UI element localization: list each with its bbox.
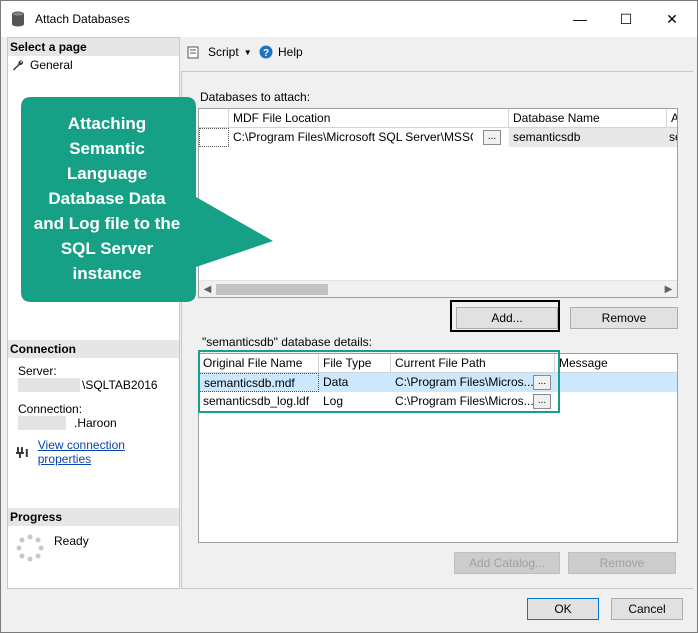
message-cell bbox=[555, 373, 677, 392]
progress-header: Progress bbox=[8, 508, 179, 526]
message-cell bbox=[555, 392, 677, 411]
browse-mdf-button[interactable]: ... bbox=[483, 130, 501, 145]
ok-button[interactable]: OK bbox=[527, 598, 599, 620]
connection-value: .Haroon bbox=[74, 416, 117, 430]
help-icon: ? bbox=[259, 45, 273, 59]
script-icon bbox=[187, 46, 199, 59]
callout-line: and Log file to the bbox=[33, 214, 181, 233]
script-button[interactable]: Script ▼ bbox=[187, 45, 252, 59]
callout-text: Attaching Semantic Language Database Dat… bbox=[27, 111, 187, 286]
callout-line: SQL Server bbox=[60, 239, 154, 258]
connection-label: Connection: bbox=[18, 402, 83, 416]
view-connection-properties-link[interactable]: View connection properties bbox=[38, 438, 179, 466]
callout-line: Language bbox=[66, 164, 148, 183]
select-page-header: Select a page bbox=[8, 38, 179, 56]
redacted-server-name bbox=[18, 378, 80, 392]
remove-database-button[interactable]: Remove bbox=[570, 307, 678, 329]
cancel-button[interactable]: Cancel bbox=[611, 598, 683, 620]
col-attach-as[interactable]: At bbox=[667, 109, 677, 128]
redacted-connection-name bbox=[18, 416, 66, 430]
database-details-label: "semanticsdb" database details: bbox=[202, 335, 372, 349]
connection-properties-icon bbox=[16, 447, 28, 458]
close-icon: ✕ bbox=[666, 10, 678, 27]
toolbar: Script ▼ ? Help bbox=[181, 37, 693, 71]
wrench-icon bbox=[13, 60, 24, 71]
chevron-down-icon: ▼ bbox=[243, 47, 252, 57]
add-button-highlight bbox=[450, 300, 560, 332]
scroll-right-icon[interactable]: ▶ bbox=[661, 282, 676, 297]
add-catalog-button[interactable]: Add Catalog... bbox=[454, 552, 560, 574]
minimize-button[interactable]: — bbox=[557, 1, 603, 37]
remove-file-button[interactable]: Remove bbox=[568, 552, 676, 574]
server-value: \SQLTAB2016 bbox=[82, 378, 158, 392]
maximize-icon: ☐ bbox=[619, 10, 633, 27]
script-label: Script bbox=[208, 45, 239, 59]
progress-status: Ready bbox=[54, 534, 89, 548]
help-label: Help bbox=[278, 45, 303, 59]
callout-line: Database Data bbox=[48, 189, 166, 208]
database-icon bbox=[12, 11, 24, 27]
page-item-general[interactable]: General bbox=[12, 58, 73, 72]
minimize-icon: — bbox=[573, 11, 587, 27]
col-database-name[interactable]: Database Name bbox=[509, 109, 667, 128]
title-bar: Attach Databases — ☐ ✕ bbox=[1, 1, 697, 37]
maximize-button[interactable]: ☐ bbox=[603, 1, 649, 37]
callout-line: Semantic bbox=[69, 139, 145, 158]
attach-databases-dialog: Attach Databases — ☐ ✕ Select a page Gen… bbox=[0, 0, 698, 633]
callout-line: instance bbox=[72, 264, 142, 283]
database-name-cell[interactable]: semanticsdb bbox=[509, 128, 667, 147]
view-connection-row: View connection properties bbox=[16, 438, 179, 466]
help-button[interactable]: ? Help bbox=[259, 45, 303, 59]
connection-header: Connection bbox=[8, 340, 179, 358]
attach-as-cell[interactable]: se bbox=[667, 128, 677, 147]
window-title: Attach Databases bbox=[35, 12, 130, 26]
callout-line: Attaching bbox=[67, 114, 147, 133]
file-details-highlight bbox=[198, 350, 560, 413]
svg-text:?: ? bbox=[263, 48, 269, 59]
col-message[interactable]: Message bbox=[555, 354, 677, 373]
server-label: Server: bbox=[18, 364, 57, 378]
annotation-callout: Attaching Semantic Language Database Dat… bbox=[21, 97, 277, 310]
progress-spinner-icon bbox=[16, 534, 44, 562]
close-button[interactable]: ✕ bbox=[649, 1, 695, 37]
page-item-label: General bbox=[30, 58, 73, 72]
